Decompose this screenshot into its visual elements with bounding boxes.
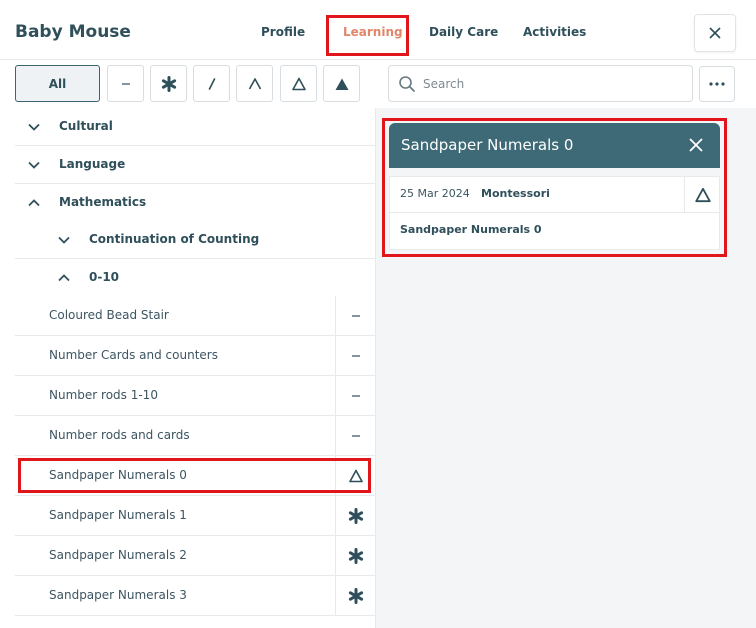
tree-category-language[interactable]: Language xyxy=(15,146,375,184)
dash-icon xyxy=(121,82,130,85)
list-item[interactable]: Coloured Bead Stair xyxy=(15,296,375,336)
filter-slash-button[interactable] xyxy=(193,65,230,102)
tab-daily-care[interactable]: Daily Care xyxy=(429,25,498,39)
slash-icon xyxy=(208,77,215,90)
panel-divider xyxy=(375,108,376,628)
tree-category-label: Mathematics xyxy=(59,195,147,209)
selected-item-highlight xyxy=(18,458,371,493)
list-item-label: Number rods and cards xyxy=(49,428,190,442)
list-item[interactable]: Sandpaper Numerals 2 xyxy=(15,536,375,576)
dash-icon xyxy=(351,314,360,317)
list-item-label: Sandpaper Numerals 1 xyxy=(49,508,187,522)
list-item-label: Number Cards and counters xyxy=(49,348,218,362)
asterisk-icon xyxy=(348,547,363,564)
tree-subcategory-label: 0-10 xyxy=(89,270,120,284)
list-item-status[interactable] xyxy=(335,496,375,535)
tree-category-label: Cultural xyxy=(59,119,113,133)
triangle-outline-icon xyxy=(291,77,306,90)
detail-card-highlight xyxy=(382,118,727,257)
filter-all-button[interactable]: All xyxy=(15,65,100,102)
more-icon xyxy=(709,82,725,86)
close-icon xyxy=(709,27,721,39)
list-item[interactable]: Number Cards and counters xyxy=(15,336,375,376)
asterisk-icon xyxy=(348,587,363,604)
list-item[interactable]: Sandpaper Numerals 3 xyxy=(15,576,375,616)
list-item-label: Sandpaper Numerals 2 xyxy=(49,548,187,562)
tree-category-mathematics[interactable]: Mathematics xyxy=(15,184,375,222)
caret-icon xyxy=(248,77,261,89)
chevron-up-icon xyxy=(28,199,40,207)
list-item-label: Number rods 1-10 xyxy=(49,388,158,402)
chevron-down-icon xyxy=(58,236,70,244)
dash-icon xyxy=(351,394,360,397)
filter-caret-button[interactable] xyxy=(236,65,273,102)
list-item-status[interactable] xyxy=(335,576,375,615)
dash-icon xyxy=(351,354,360,357)
filter-triangle-filled-button[interactable] xyxy=(323,65,360,102)
list-item-label: Sandpaper Numerals 3 xyxy=(49,588,187,602)
chevron-down-icon xyxy=(28,161,40,169)
list-item[interactable]: Number rods 1-10 xyxy=(15,376,375,416)
search-icon xyxy=(399,76,415,92)
list-item[interactable]: Sandpaper Numerals 1 xyxy=(15,496,375,536)
tree-subcategory-label: Continuation of Counting xyxy=(89,232,260,246)
chevron-down-icon xyxy=(28,123,40,131)
list-item-status[interactable] xyxy=(335,416,375,455)
search-input[interactable]: Search xyxy=(388,65,693,102)
page-title: Baby Mouse xyxy=(15,22,131,42)
filter-asterisk-button[interactable] xyxy=(150,65,187,102)
list-item-status[interactable] xyxy=(335,296,375,335)
tab-profile[interactable]: Profile xyxy=(261,25,305,39)
list-item[interactable]: Number rods and cards xyxy=(15,416,375,456)
filter-triangle-outline-button[interactable] xyxy=(280,65,317,102)
tab-learning-highlight xyxy=(326,15,409,56)
more-options-button[interactable] xyxy=(699,66,735,102)
search-placeholder: Search xyxy=(423,77,465,91)
triangle-filled-icon xyxy=(335,78,348,90)
close-button[interactable] xyxy=(694,14,736,52)
tree-subcategory-continuation[interactable]: Continuation of Counting xyxy=(15,221,375,259)
chevron-up-icon xyxy=(58,274,70,282)
list-item-status[interactable] xyxy=(335,536,375,575)
tree-category-cultural[interactable]: Cultural xyxy=(15,108,375,146)
asterisk-icon xyxy=(161,75,176,92)
tab-activities[interactable]: Activities xyxy=(523,25,586,39)
asterisk-icon xyxy=(348,507,363,524)
tree-subcategory-0-10[interactable]: 0-10 xyxy=(15,259,375,297)
list-item-status[interactable] xyxy=(335,336,375,375)
list-item-status[interactable] xyxy=(335,376,375,415)
filter-dash-button[interactable] xyxy=(107,65,144,102)
tree-category-label: Language xyxy=(59,157,126,171)
list-item-label: Coloured Bead Stair xyxy=(49,308,169,322)
dash-icon xyxy=(351,434,360,437)
